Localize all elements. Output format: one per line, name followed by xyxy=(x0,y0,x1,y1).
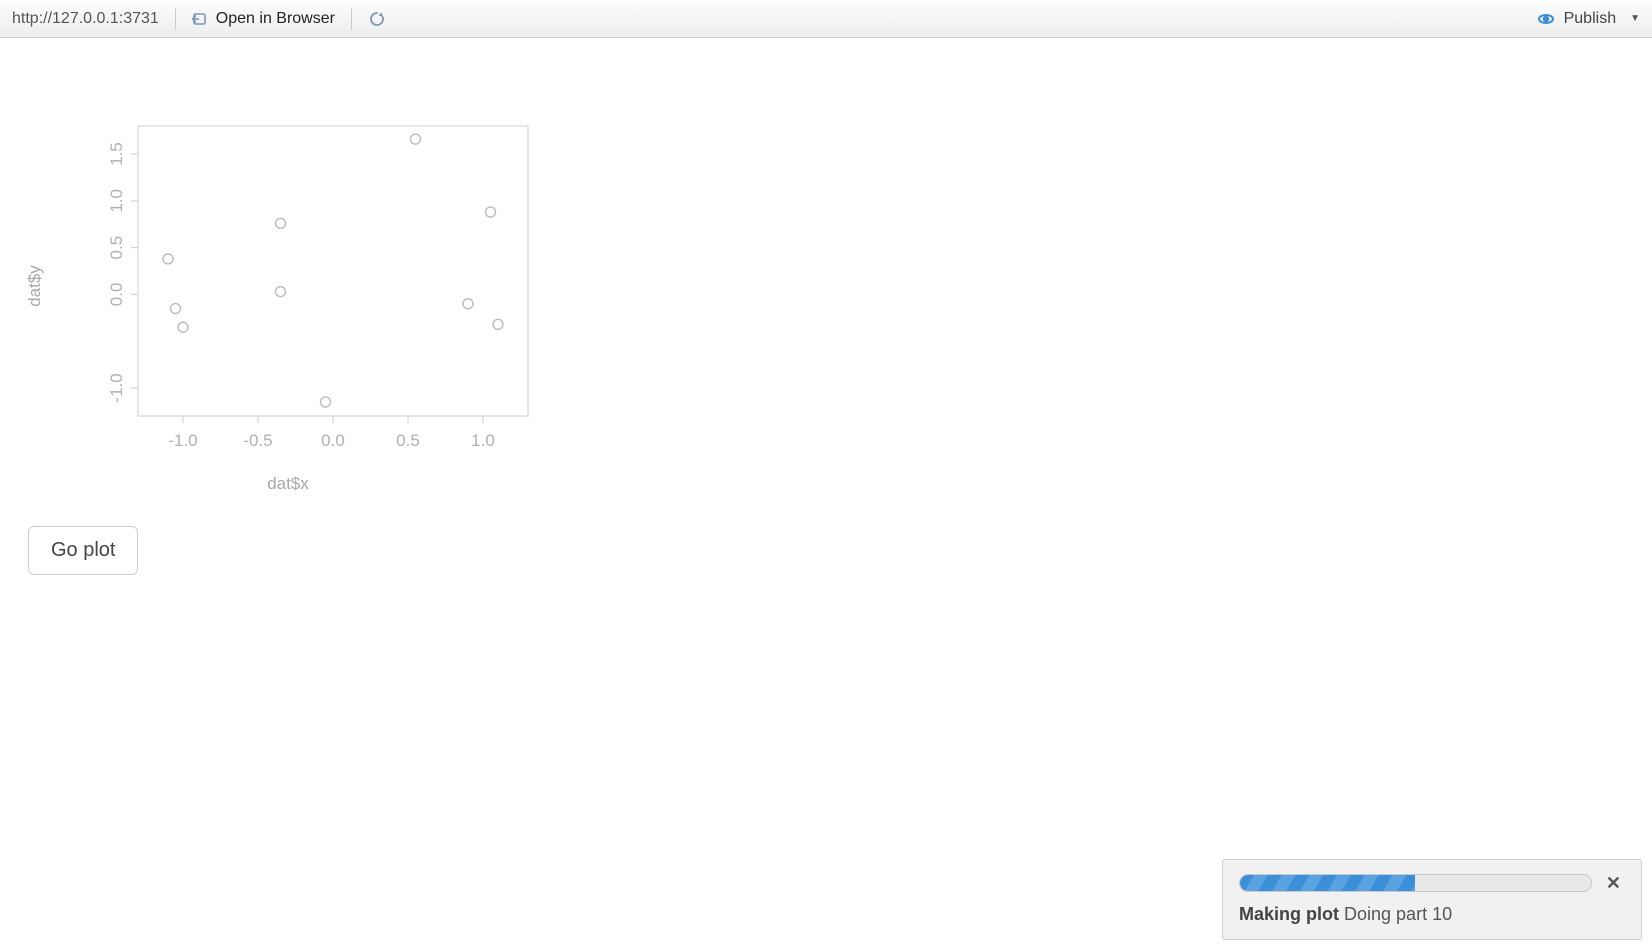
svg-text:0.5: 0.5 xyxy=(107,236,126,260)
svg-text:-1.0: -1.0 xyxy=(107,373,126,402)
svg-text:-1.0: -1.0 xyxy=(168,431,197,450)
chart-canvas: -1.0 -0.5 0.0 0.5 1.0 -1.0 0.0 0.5 1.0 1.5 xyxy=(28,106,548,466)
publish-button[interactable]: Publish ▼ xyxy=(1530,8,1646,30)
url-display: http://127.0.0.1:3731 xyxy=(6,10,165,28)
svg-text:1.0: 1.0 xyxy=(471,431,495,450)
svg-text:0.0: 0.0 xyxy=(321,431,345,450)
scatter-plot: dat$y -1.0-0.50.00.51.0-1.00.00.51.01.5 … xyxy=(28,106,548,466)
publish-icon xyxy=(1536,11,1556,27)
progress-text: Making plot Doing part 10 xyxy=(1239,904,1625,925)
progress-bar xyxy=(1239,874,1592,892)
progress-detail: Doing part 10 xyxy=(1344,904,1452,924)
refresh-icon xyxy=(368,10,386,28)
progress-row: ✕ xyxy=(1239,874,1625,892)
toolbar-separator xyxy=(175,8,176,30)
viewer-toolbar: http://127.0.0.1:3731 Open in Browser xyxy=(0,0,1652,38)
open-in-browser-button[interactable]: Open in Browser xyxy=(186,8,341,30)
close-icon[interactable]: ✕ xyxy=(1602,874,1625,892)
toolbar-separator xyxy=(351,8,352,30)
y-axis-label: dat$y xyxy=(25,265,45,307)
progress-notification: ✕ Making plot Doing part 10 xyxy=(1222,859,1642,940)
progress-fill xyxy=(1240,875,1415,891)
refresh-button[interactable] xyxy=(362,8,392,30)
chevron-down-icon: ▼ xyxy=(1630,13,1640,24)
svg-text:0.0: 0.0 xyxy=(107,283,126,307)
open-in-browser-label: Open in Browser xyxy=(216,10,335,28)
svg-text:1.5: 1.5 xyxy=(107,142,126,166)
svg-text:0.5: 0.5 xyxy=(396,431,420,450)
popout-icon xyxy=(192,11,210,27)
svg-text:1.0: 1.0 xyxy=(107,189,126,213)
publish-label: Publish xyxy=(1564,10,1616,28)
go-plot-button[interactable]: Go plot xyxy=(28,526,138,575)
svg-text:-0.5: -0.5 xyxy=(243,431,272,450)
x-axis-label: dat$x xyxy=(267,474,309,494)
app-main: dat$y -1.0-0.50.00.51.0-1.00.00.51.01.5 … xyxy=(0,38,1652,950)
progress-title: Making plot xyxy=(1239,904,1339,924)
